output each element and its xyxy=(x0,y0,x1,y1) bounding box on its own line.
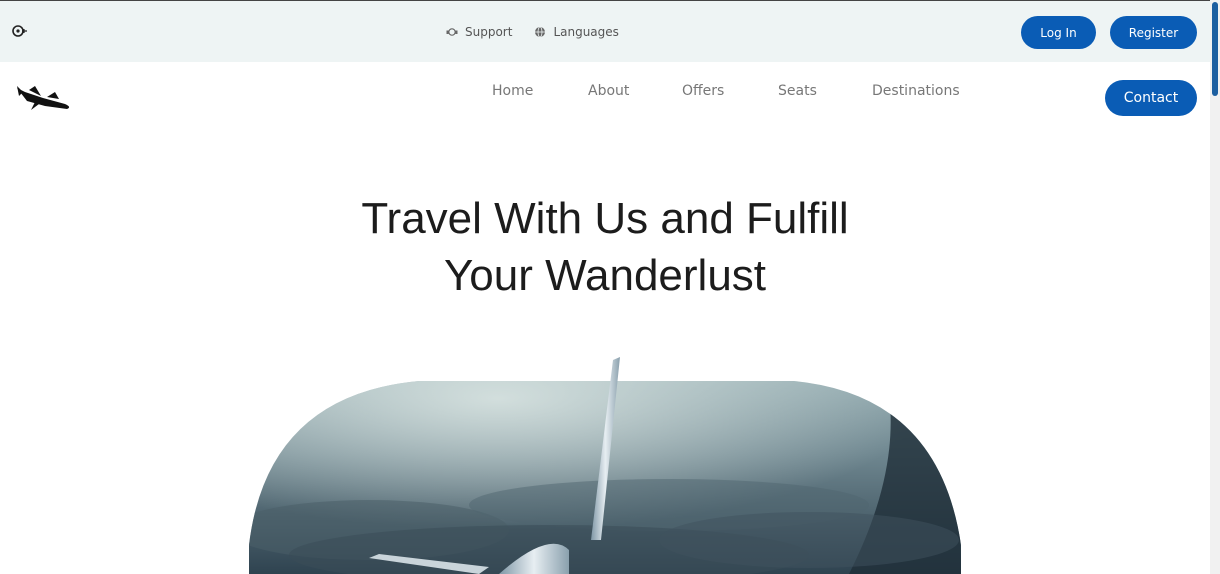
main-nav: Home About Offers Seats Destinations Con… xyxy=(0,62,1210,142)
globe-icon xyxy=(535,26,546,38)
nav-home[interactable]: Home xyxy=(492,83,533,99)
utility-links: Support Languages xyxy=(446,25,619,39)
page-scrollbar[interactable] xyxy=(1210,0,1220,574)
nav-offers[interactable]: Offers xyxy=(682,83,724,99)
languages-label: Languages xyxy=(553,25,619,39)
languages-link[interactable]: Languages xyxy=(534,25,619,39)
hero-title: Travel With Us and Fulfill Your Wanderlu… xyxy=(0,190,1210,304)
headset-icon xyxy=(446,28,458,36)
hero-title-line-2: Your Wanderlust xyxy=(443,251,767,300)
register-button[interactable]: Register xyxy=(1110,16,1197,49)
nav-destinations[interactable]: Destinations xyxy=(872,83,960,99)
contact-button[interactable]: Contact xyxy=(1105,80,1197,116)
airplane-logo-icon[interactable] xyxy=(15,82,73,112)
hero-title-line-1: Travel With Us and Fulfill xyxy=(361,194,849,243)
nav-seats[interactable]: Seats xyxy=(778,83,817,99)
nav-about[interactable]: About xyxy=(588,83,629,99)
scrollbar-thumb[interactable] xyxy=(1212,2,1218,96)
hero-airplane-image xyxy=(249,355,961,574)
support-label: Support xyxy=(465,25,513,39)
top-bar: Support Languages Log In Register xyxy=(0,0,1210,62)
brand-mark-icon[interactable] xyxy=(11,23,29,41)
support-link[interactable]: Support xyxy=(446,25,512,39)
login-button[interactable]: Log In xyxy=(1021,16,1096,49)
